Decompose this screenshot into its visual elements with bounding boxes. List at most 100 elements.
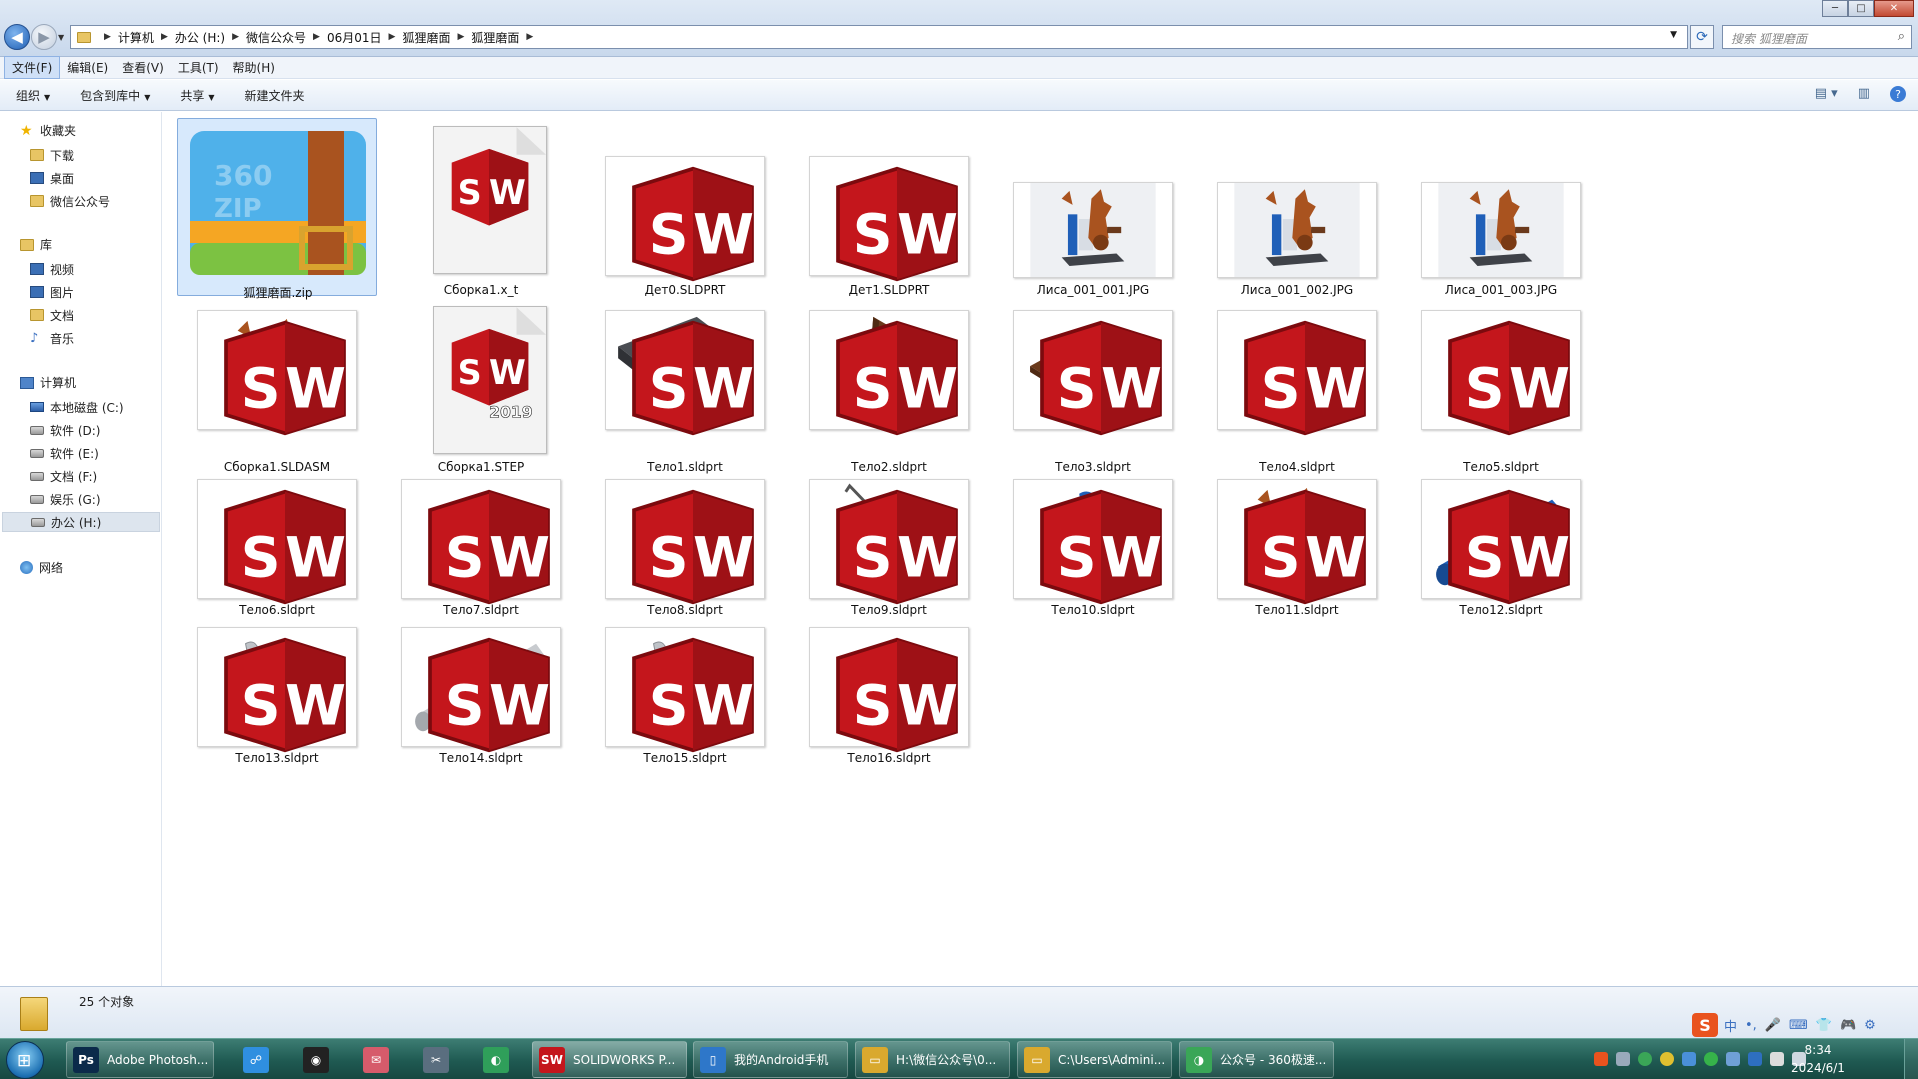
- file-item[interactable]: S W Тело9.sldprt: [789, 475, 989, 617]
- file-item[interactable]: S W Тело11.sldprt: [1197, 475, 1397, 617]
- view-options-icon[interactable]: ▤ ▾: [1815, 86, 1838, 102]
- minimize-button[interactable]: ─: [1822, 0, 1848, 17]
- address-dropdown-icon[interactable]: ▼: [1670, 30, 1677, 40]
- file-item[interactable]: 360 ZIP 狐狸磨面.zip: [177, 118, 377, 300]
- ime-settings-icon[interactable]: ⚙: [1864, 1018, 1876, 1033]
- chevron-right-icon[interactable]: ▶: [526, 32, 533, 42]
- close-button[interactable]: ✕: [1874, 0, 1914, 17]
- address-bar[interactable]: ▶ 计算机 ▶ 办公 (H:) ▶ 微信公众号 ▶ 06月01日 ▶ 狐狸磨面 …: [70, 25, 1688, 49]
- file-item[interactable]: S W Дет0.SLDPRT: [585, 118, 785, 297]
- taskbar-button[interactable]: ▭ H:\微信公众号\0...: [855, 1041, 1010, 1078]
- file-item[interactable]: S W Тело14.sldprt: [381, 623, 581, 765]
- menu-edit[interactable]: 编辑(E): [60, 57, 115, 78]
- file-item[interactable]: S W Дет1.SLDPRT: [789, 118, 989, 297]
- taskbar-button[interactable]: ✂: [412, 1041, 460, 1078]
- file-item[interactable]: S W Тело15.sldprt: [585, 623, 785, 765]
- chevron-right-icon[interactable]: ▶: [104, 32, 111, 42]
- taskbar-button[interactable]: ◉: [292, 1041, 340, 1078]
- preview-pane-icon[interactable]: ▥: [1858, 86, 1870, 102]
- ime-microphone-icon[interactable]: 🎤: [1765, 1018, 1781, 1033]
- search-input[interactable]: 搜索 狐狸磨面 ⌕: [1722, 25, 1912, 49]
- ime-game-icon[interactable]: 🎮: [1840, 1018, 1856, 1033]
- new-folder-button[interactable]: 新建文件夹: [245, 87, 305, 104]
- sidebar-network[interactable]: 网络: [20, 559, 63, 576]
- sidebar-favorites[interactable]: ★ 收藏夹: [20, 122, 76, 139]
- sidebar-drive-d[interactable]: 软件 (D:): [30, 420, 158, 440]
- sidebar-drive-g[interactable]: 娱乐 (G:): [30, 489, 158, 509]
- file-item[interactable]: Лиса_001_001.JPG: [993, 118, 1193, 297]
- help-icon[interactable]: ?: [1890, 86, 1906, 102]
- wechat-tray-icon[interactable]: [1704, 1052, 1718, 1066]
- file-item[interactable]: S W Тело10.sldprt: [993, 475, 1193, 617]
- chevron-right-icon[interactable]: ▶: [161, 32, 168, 42]
- ime-skin-icon[interactable]: 👕: [1816, 1018, 1832, 1033]
- maximize-button[interactable]: □: [1848, 0, 1874, 17]
- show-desktop-button[interactable]: [1904, 1039, 1918, 1079]
- file-item[interactable]: Лиса_001_002.JPG: [1197, 118, 1397, 297]
- file-item[interactable]: S W Тело7.sldprt: [381, 475, 581, 617]
- breadcrumb-computer[interactable]: 计算机: [118, 29, 154, 46]
- sidebar-item-wechat[interactable]: 微信公众号: [30, 191, 158, 211]
- organize-button[interactable]: 组织 ▼: [16, 87, 50, 104]
- sidebar-libraries[interactable]: 库: [20, 236, 52, 253]
- file-item[interactable]: S W Тело13.sldprt: [177, 623, 377, 765]
- sidebar-drive-h[interactable]: 办公 (H:): [2, 512, 160, 532]
- menu-file[interactable]: 文件(F): [4, 56, 61, 79]
- tray-arrow-icon[interactable]: [1616, 1052, 1630, 1066]
- sogou-ime-icon[interactable]: S: [1692, 1013, 1718, 1037]
- 360-tray-icon[interactable]: [1638, 1052, 1652, 1066]
- forward-button[interactable]: ▶: [31, 24, 57, 50]
- ime-keyboard-icon[interactable]: ⌨: [1789, 1018, 1808, 1033]
- taskbar-button[interactable]: ◐: [472, 1041, 520, 1078]
- taskbar-button[interactable]: ✉: [352, 1041, 400, 1078]
- menu-view[interactable]: 查看(V): [115, 57, 171, 78]
- breadcrumb-project[interactable]: 狐狸磨面: [402, 29, 450, 46]
- sidebar-item-desktop[interactable]: 桌面: [30, 168, 158, 188]
- share-button[interactable]: 共享 ▼: [180, 87, 214, 104]
- sidebar-item-pictures[interactable]: 图片: [30, 282, 158, 302]
- sidebar-item-documents[interactable]: 文档: [30, 305, 158, 325]
- sogou-tray-icon[interactable]: [1594, 1052, 1608, 1066]
- file-item[interactable]: S W Тело5.sldprt: [1401, 306, 1601, 474]
- file-item[interactable]: S W Тело4.sldprt: [1197, 306, 1397, 474]
- file-item[interactable]: S W Тело1.sldprt: [585, 306, 785, 474]
- menu-tools[interactable]: 工具(T): [171, 57, 226, 78]
- bluetooth-tray-icon[interactable]: [1748, 1052, 1762, 1066]
- taskbar-button[interactable]: ☍: [232, 1041, 280, 1078]
- cloud-tray-icon[interactable]: [1726, 1052, 1740, 1066]
- breadcrumb-date[interactable]: 06月01日: [327, 29, 382, 46]
- sidebar-item-music[interactable]: ♪ 音乐: [30, 328, 158, 348]
- refresh-button[interactable]: ⟳: [1690, 25, 1714, 49]
- chevron-right-icon[interactable]: ▶: [389, 32, 396, 42]
- taskbar-button[interactable]: ◑ 公众号 - 360极速...: [1179, 1041, 1334, 1078]
- file-item[interactable]: S W Тело6.sldprt: [177, 475, 377, 617]
- sidebar-item-downloads[interactable]: 下载: [30, 145, 158, 165]
- taskbar-button[interactable]: Ps Adobe Photosh...: [66, 1041, 214, 1078]
- chevron-right-icon[interactable]: ▶: [232, 32, 239, 42]
- sidebar-drive-f[interactable]: 文档 (F:): [30, 466, 158, 486]
- file-item[interactable]: S W Сборка1.x_t: [381, 118, 581, 297]
- qq-tray-icon[interactable]: [1660, 1052, 1674, 1066]
- taskbar-button[interactable]: ▭ C:\Users\Admini...: [1017, 1041, 1172, 1078]
- search-icon[interactable]: ⌕: [1898, 29, 1905, 44]
- sidebar-drive-c[interactable]: 本地磁盘 (C:): [30, 397, 158, 417]
- include-library-button[interactable]: 包含到库中 ▼: [80, 87, 150, 104]
- chevron-right-icon[interactable]: ▶: [313, 32, 320, 42]
- start-button[interactable]: ⊞: [6, 1041, 44, 1079]
- sidebar-drive-e[interactable]: 软件 (E:): [30, 443, 158, 463]
- taskbar-button[interactable]: ▯ 我的Android手机: [693, 1041, 848, 1078]
- breadcrumb-wechat[interactable]: 微信公众号: [246, 29, 306, 46]
- chevron-right-icon[interactable]: ▶: [457, 32, 464, 42]
- app-tray-icon[interactable]: [1682, 1052, 1696, 1066]
- file-item[interactable]: S W Тело2.sldprt: [789, 306, 989, 474]
- taskbar-button[interactable]: SW SOLIDWORKS P...: [532, 1041, 687, 1078]
- file-item[interactable]: Лиса_001_003.JPG: [1401, 118, 1601, 297]
- file-item[interactable]: S W Тело16.sldprt: [789, 623, 989, 765]
- file-item[interactable]: S W Сборка1.SLDASM: [177, 306, 377, 474]
- sidebar-item-videos[interactable]: 视频: [30, 259, 158, 279]
- breadcrumb-drive-h[interactable]: 办公 (H:): [175, 29, 225, 46]
- back-button[interactable]: ◀: [4, 24, 30, 50]
- file-item[interactable]: S W 2019 Сборка1.STEP: [381, 306, 581, 474]
- clock[interactable]: 8:34 2024/6/1: [1772, 1041, 1864, 1077]
- file-item[interactable]: S W Тело12.sldprt: [1401, 475, 1601, 617]
